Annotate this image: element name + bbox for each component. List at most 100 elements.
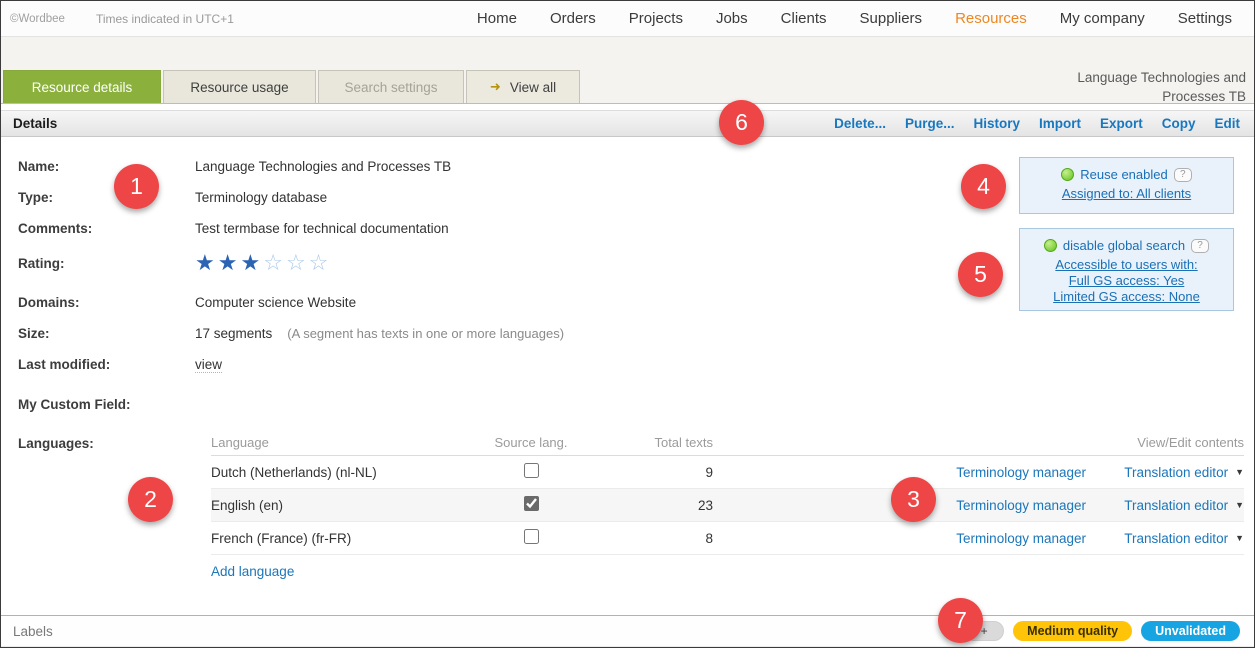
languages-table: Language Source lang. Total texts View/E…: [211, 430, 1244, 555]
source-lang-checkbox[interactable]: [524, 529, 539, 544]
name-value: Language Technologies and Processes TB: [195, 159, 451, 174]
delete-button[interactable]: Delete...: [834, 116, 886, 131]
nav-item-my-company[interactable]: My company: [1060, 10, 1145, 27]
top-navigation-bar: ©Wordbee Times indicated in UTC+1 Home O…: [1, 1, 1254, 37]
callout-badge-4: 4: [961, 164, 1006, 209]
column-header-source-lang: Source lang.: [461, 435, 601, 450]
field-row-last-modified: Last modified: view: [1, 357, 1254, 373]
labels-heading: Labels: [1, 624, 53, 639]
size-value: 17 segments: [195, 326, 272, 341]
tab-resource-details[interactable]: Resource details: [3, 70, 161, 103]
purge-button[interactable]: Purge...: [905, 116, 955, 131]
main-menu: Home Orders Projects Jobs Clients Suppli…: [477, 10, 1254, 28]
terminology-manager-link[interactable]: Terminology manager: [929, 531, 1094, 546]
nav-item-orders[interactable]: Orders: [550, 10, 596, 27]
domains-value: Computer science Website: [195, 295, 356, 310]
source-lang-checkbox[interactable]: [524, 463, 539, 478]
tab-view-all-label: View all: [510, 80, 556, 95]
nav-item-jobs[interactable]: Jobs: [716, 10, 748, 27]
type-label: Type:: [1, 190, 195, 205]
tab-search-settings: Search settings: [318, 70, 464, 103]
table-row-dutch: Dutch (Netherlands) (nl-NL) 9 Terminolog…: [211, 456, 1244, 489]
source-lang-checkbox[interactable]: [524, 496, 539, 511]
tab-resource-usage[interactable]: Resource usage: [163, 70, 316, 103]
toolbar-actions: Delete... Purge... History Import Export…: [834, 116, 1254, 131]
language-name: English (en): [211, 498, 461, 513]
accessible-users-link[interactable]: Accessible to users with:: [1026, 257, 1227, 273]
terminology-manager-link[interactable]: Terminology manager: [929, 465, 1094, 480]
column-header-view-edit: View/Edit contents: [721, 435, 1244, 450]
terminology-manager-link[interactable]: Terminology manager: [929, 498, 1094, 513]
nav-item-clients[interactable]: Clients: [781, 10, 827, 27]
callout-badge-2: 2: [128, 477, 173, 522]
total-texts-value: 9: [601, 465, 721, 480]
custom-field-label: My Custom Field:: [1, 397, 195, 412]
comments-value: Test termbase for technical documentatio…: [195, 221, 449, 236]
nav-item-home[interactable]: Home: [477, 10, 517, 27]
chevron-down-icon[interactable]: ▼: [1235, 500, 1244, 510]
history-button[interactable]: History: [973, 116, 1020, 131]
global-search-status-text: disable global search: [1063, 238, 1185, 253]
labels-controls: + Medium quality Unvalidated: [964, 621, 1254, 641]
edit-button[interactable]: Edit: [1215, 116, 1241, 131]
translation-editor-link[interactable]: Translation editor: [1124, 531, 1228, 546]
language-name: Dutch (Netherlands) (nl-NL): [211, 465, 461, 480]
reuse-panel: Reuse enabled ? Assigned to: All clients: [1019, 157, 1234, 214]
full-gs-access-link[interactable]: Full GS access: Yes: [1026, 273, 1227, 289]
copy-button[interactable]: Copy: [1162, 116, 1196, 131]
assigned-to-link[interactable]: Assigned to: All clients: [1026, 186, 1227, 202]
resource-tabs: Resource details Resource usage Search s…: [3, 70, 580, 103]
tab-band: Resource details Resource usage Search s…: [1, 37, 1254, 104]
field-row-size: Size: 17 segments (A segment has texts i…: [1, 326, 1254, 341]
name-label: Name:: [1, 159, 195, 174]
resource-title: Language Technologies and Processes TB: [1041, 68, 1246, 106]
status-green-dot-icon: [1044, 239, 1057, 252]
reuse-status-text: Reuse enabled: [1080, 167, 1167, 182]
help-icon[interactable]: ?: [1191, 239, 1209, 253]
field-row-custom: My Custom Field:: [1, 397, 1254, 412]
column-header-total-texts: Total texts: [601, 435, 721, 450]
nav-item-suppliers[interactable]: Suppliers: [860, 10, 923, 27]
translation-editor-link[interactable]: Translation editor: [1124, 498, 1228, 513]
tab-view-all[interactable]: ➜ View all: [466, 70, 580, 103]
size-label: Size:: [1, 326, 195, 341]
chevron-down-icon[interactable]: ▼: [1235, 533, 1244, 543]
domains-label: Domains:: [1, 295, 195, 310]
label-medium-quality[interactable]: Medium quality: [1013, 621, 1132, 641]
size-note: (A segment has texts in one or more lang…: [287, 326, 564, 341]
app-window: ©Wordbee Times indicated in UTC+1 Home O…: [0, 0, 1255, 648]
status-green-dot-icon: [1061, 168, 1074, 181]
details-toolbar: Details Delete... Purge... History Impor…: [1, 110, 1254, 137]
table-row-english: English (en) 23 Terminology manager Tran…: [211, 489, 1244, 522]
timezone-note: Times indicated in UTC+1: [96, 12, 234, 26]
global-search-panel: disable global search ? Accessible to us…: [1019, 228, 1234, 311]
wordbee-logo: ©Wordbee: [10, 13, 65, 25]
callout-badge-3: 3: [891, 477, 936, 522]
help-icon[interactable]: ?: [1174, 168, 1192, 182]
callout-badge-6: 6: [719, 100, 764, 145]
arrow-right-icon: ➜: [490, 79, 501, 95]
rating-stars[interactable]: ★★★☆☆☆: [195, 252, 328, 274]
nav-item-resources[interactable]: Resources: [955, 10, 1027, 27]
callout-badge-1: 1: [114, 164, 159, 209]
import-button[interactable]: Import: [1039, 116, 1081, 131]
column-header-language: Language: [211, 435, 461, 450]
details-heading: Details: [1, 116, 57, 131]
nav-item-settings[interactable]: Settings: [1178, 10, 1232, 27]
type-value: Terminology database: [195, 190, 327, 205]
nav-item-projects[interactable]: Projects: [629, 10, 683, 27]
limited-gs-access-link[interactable]: Limited GS access: None: [1026, 289, 1227, 305]
rating-label: Rating:: [1, 256, 195, 271]
languages-table-header: Language Source lang. Total texts View/E…: [211, 430, 1244, 456]
last-modified-label: Last modified:: [1, 357, 195, 373]
total-texts-value: 8: [601, 531, 721, 546]
callout-badge-7: 7: [938, 598, 983, 643]
add-language-link[interactable]: Add language: [211, 564, 294, 579]
labels-bar: Labels + Medium quality Unvalidated: [1, 615, 1254, 646]
view-last-modified-link[interactable]: view: [195, 357, 222, 373]
translation-editor-link[interactable]: Translation editor: [1124, 465, 1228, 480]
export-button[interactable]: Export: [1100, 116, 1143, 131]
language-name: French (France) (fr-FR): [211, 531, 461, 546]
chevron-down-icon[interactable]: ▼: [1235, 467, 1244, 477]
label-unvalidated[interactable]: Unvalidated: [1141, 621, 1240, 641]
